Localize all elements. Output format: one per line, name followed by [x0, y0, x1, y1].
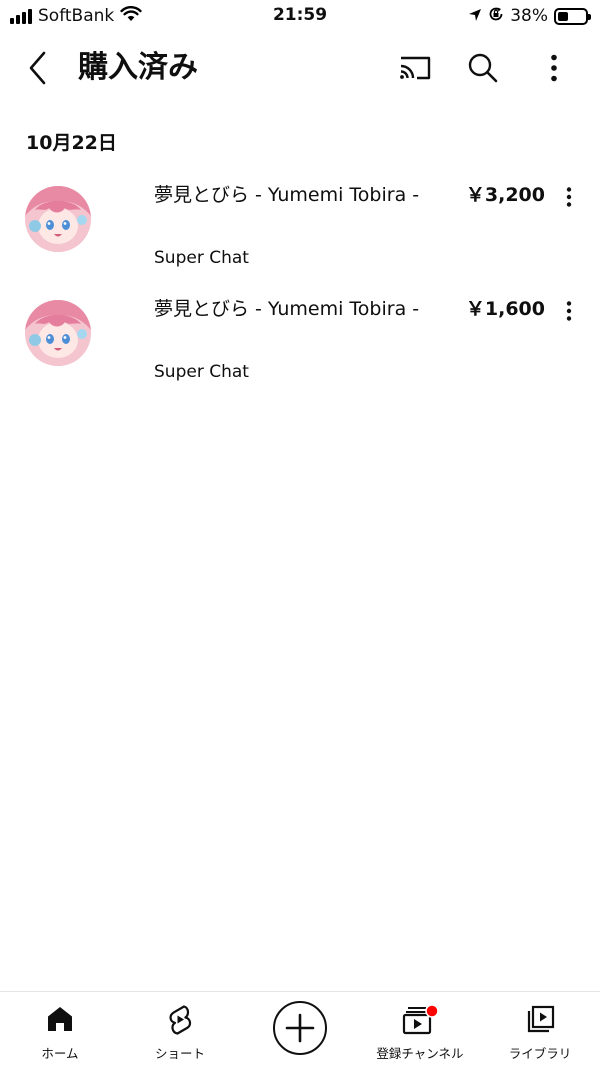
- purchase-type: Super Chat: [154, 362, 249, 382]
- purchase-price: ￥1,600: [465, 298, 545, 320]
- battery-icon: [554, 7, 591, 25]
- page-title: 購入済み: [78, 50, 198, 85]
- battery-level: [558, 11, 568, 21]
- back-icon: [29, 51, 46, 85]
- cast-icon: [400, 56, 431, 80]
- nav-library[interactable]: ライブラリ: [480, 992, 600, 1067]
- channel-avatar[interactable]: [25, 186, 91, 252]
- more-options-button[interactable]: [534, 48, 574, 88]
- purchase-type: Super Chat: [154, 248, 249, 268]
- purchase-more-button[interactable]: [556, 296, 582, 326]
- battery-percent: 38%: [510, 6, 548, 26]
- nav-shorts[interactable]: ショート: [120, 992, 240, 1067]
- purchase-item[interactable]: 夢見とびら - Yumemi Tobira - Super Chat ￥3,20…: [0, 176, 600, 276]
- back-button[interactable]: [18, 48, 58, 88]
- home-icon: [48, 1007, 72, 1031]
- status-bar: SoftBank 21:59 38%: [0, 0, 600, 34]
- cast-button[interactable]: [395, 48, 435, 88]
- nav-home-label: ホーム: [41, 1046, 79, 1061]
- purchase-channel-name: 夢見とびら - Yumemi Tobira -: [154, 298, 420, 320]
- location-icon: [468, 7, 482, 26]
- orientation-lock-icon: [488, 6, 504, 26]
- bottom-navigation: ホーム ショート 登録チャンネル ライブラリ: [0, 991, 600, 1067]
- create-icon: [285, 1013, 315, 1043]
- nav-subscriptions[interactable]: 登録チャンネル: [360, 992, 480, 1067]
- section-date-heading: 10月22日: [26, 132, 117, 154]
- channel-avatar[interactable]: [25, 300, 91, 366]
- status-right: 38%: [468, 5, 591, 27]
- nav-library-label: ライブラリ: [508, 1046, 572, 1061]
- more-vert-icon: [566, 301, 572, 321]
- nav-subscriptions-label: 登録チャンネル: [376, 1046, 464, 1061]
- create-button[interactable]: [273, 1001, 327, 1055]
- search-button[interactable]: [463, 48, 503, 88]
- search-icon: [468, 53, 498, 83]
- more-vert-icon: [566, 187, 572, 207]
- purchase-item[interactable]: 夢見とびら - Yumemi Tobira - Super Chat ￥1,60…: [0, 290, 600, 390]
- app-header: 購入済み: [0, 34, 600, 100]
- more-vert-icon: [551, 54, 557, 82]
- purchase-more-button[interactable]: [556, 182, 582, 212]
- purchase-price: ￥3,200: [465, 184, 545, 206]
- shorts-icon: [169, 1005, 192, 1035]
- nav-home[interactable]: ホーム: [0, 992, 120, 1067]
- subscriptions-icon: [402, 1004, 439, 1035]
- library-icon: [527, 1005, 555, 1033]
- purchase-channel-name: 夢見とびら - Yumemi Tobira -: [154, 184, 420, 206]
- notification-dot: [425, 1004, 439, 1018]
- nav-shorts-label: ショート: [154, 1046, 205, 1061]
